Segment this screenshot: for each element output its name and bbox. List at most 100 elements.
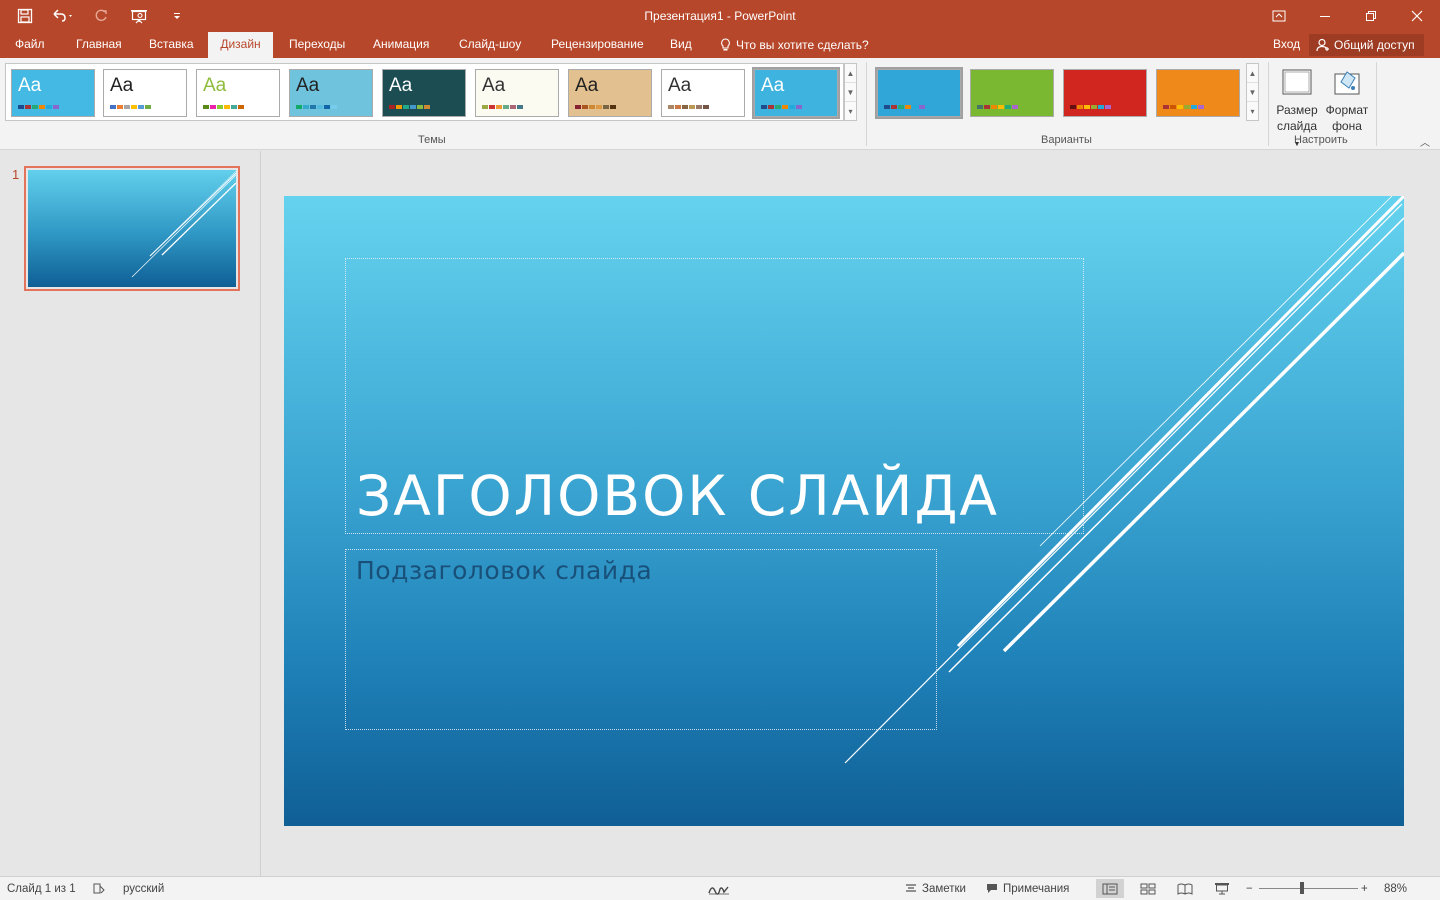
chevron-up-icon: ︿ (1420, 138, 1430, 149)
tab-transitions[interactable]: Переходы (279, 32, 355, 58)
zoom-out-button[interactable]: − (1246, 877, 1253, 900)
gallery-down-button[interactable]: ▼ (845, 83, 856, 102)
theme-thumbnail-theme-wood[interactable]: Aa (568, 69, 652, 117)
theme-sample-text: Aa (575, 75, 599, 96)
theme-thumbnail-theme-ion[interactable]: Aa (475, 69, 559, 117)
thumbnail-lines (131, 170, 236, 278)
tab-slideshow[interactable]: Слайд-шоу (449, 32, 531, 58)
gallery-more-button[interactable]: ▾ (845, 102, 856, 121)
theme-color-swatches (482, 105, 523, 109)
tab-file[interactable]: Файл (5, 32, 55, 58)
view-slideshow-button[interactable] (1208, 879, 1236, 898)
restore-button[interactable] (1348, 0, 1394, 32)
window-controls (1256, 0, 1440, 32)
share-button[interactable]: Общий доступ (1309, 34, 1424, 56)
person-icon (1316, 38, 1329, 52)
slide-editor: ЗАГОЛОВОК СЛАЙДА Подзаголовок слайда (262, 151, 1440, 876)
comments-button[interactable]: Примечания (986, 877, 1069, 900)
close-icon (1411, 10, 1423, 22)
theme-sample-text: Aa (296, 75, 320, 96)
zoom-in-button[interactable]: + (1361, 877, 1368, 900)
book-icon (1177, 883, 1193, 895)
variant-color-swatches (1070, 105, 1111, 109)
theme-thumbnail-theme-facet[interactable]: Aa (11, 69, 95, 117)
zoom-slider-thumb[interactable] (1300, 882, 1304, 894)
ribbon-display-options-button[interactable] (1256, 0, 1302, 32)
slide-canvas[interactable]: ЗАГОЛОВОК СЛАЙДА Подзаголовок слайда (284, 196, 1404, 826)
close-button[interactable] (1394, 0, 1440, 32)
theme-thumbnail-theme-dark-teal[interactable]: Aa (382, 69, 466, 117)
theme-sample-text: Aa (110, 75, 134, 96)
window-title: Презентация1 - PowerPoint (644, 9, 796, 23)
theme-sample-text: Aa (482, 75, 506, 96)
variants-more-button[interactable]: ▾ (1247, 102, 1258, 121)
theme-color-swatches (18, 105, 59, 109)
theme-color-swatches (575, 105, 616, 109)
variant-color-swatches (1163, 105, 1204, 109)
slide-counter[interactable]: Слайд 1 из 1 (7, 877, 76, 900)
themes-gallery-scroll: ▲ ▼ ▾ (844, 63, 857, 121)
slide-size-label-1: Размер (1276, 103, 1318, 117)
lightbulb-icon (721, 38, 730, 51)
tab-design[interactable]: Дизайн (208, 32, 273, 58)
slide-thumbnail[interactable] (24, 166, 240, 291)
signin-link[interactable]: Вход (1273, 32, 1300, 57)
variants-down-button[interactable]: ▼ (1247, 83, 1258, 102)
variants-up-button[interactable]: ▲ (1247, 64, 1258, 83)
gallery-up-button[interactable]: ▲ (845, 64, 856, 83)
slide-title[interactable]: ЗАГОЛОВОК СЛАЙДА (356, 464, 999, 528)
theme-thumbnail-theme-retro[interactable]: Aa (661, 69, 745, 117)
slide-thumbnails-pane: 1 (0, 151, 261, 876)
minimize-icon (1320, 16, 1330, 17)
tab-home[interactable]: Главная (66, 32, 132, 58)
minimize-button[interactable] (1302, 0, 1348, 32)
tab-animations[interactable]: Анимация (363, 32, 439, 58)
tell-me-box[interactable]: Что вы хотите сделать? (720, 32, 869, 58)
ribbon-display-icon (1272, 10, 1286, 22)
theme-sample-text: Aa (389, 75, 413, 96)
tell-me-text: Что вы хотите сделать? (736, 38, 869, 52)
theme-thumbnail-theme-green[interactable]: Aa (196, 69, 280, 117)
subtitle-placeholder[interactable]: Подзаголовок слайда (345, 549, 937, 730)
view-sorter-button[interactable] (1134, 879, 1162, 898)
slide-subtitle[interactable]: Подзаголовок слайда (356, 556, 652, 585)
notes-label: Заметки (922, 882, 966, 895)
tab-view[interactable]: Вид (660, 32, 702, 58)
format-background-button[interactable]: Формат фона (1323, 62, 1371, 134)
signature-icon (708, 886, 729, 895)
ribbon-tabs: Файл Главная Вставка Дизайн Переходы Ани… (0, 32, 1440, 58)
theme-color-swatches (389, 105, 430, 109)
tab-insert[interactable]: Вставка (139, 32, 204, 58)
title-placeholder[interactable]: ЗАГОЛОВОК СЛАЙДА (345, 258, 1084, 534)
zoom-slider-track[interactable] (1259, 888, 1358, 889)
view-reading-button[interactable] (1171, 879, 1199, 898)
accessibility-indicator[interactable] (708, 877, 730, 900)
grid-icon (1140, 883, 1156, 894)
variants-gallery (872, 63, 1245, 121)
variant-thumbnail-variant-orange[interactable] (1156, 69, 1240, 117)
format-bg-label-1: Формат (1325, 103, 1369, 117)
theme-thumbnail-theme-facet-selected[interactable]: Aa (752, 67, 840, 119)
view-normal-button[interactable] (1096, 879, 1124, 898)
slideshow-icon (1215, 883, 1229, 895)
variant-thumbnail-variant-green[interactable] (970, 69, 1054, 117)
group-separator (866, 62, 867, 146)
variant-thumbnail-variant-red[interactable] (1063, 69, 1147, 117)
title-bar: Презентация1 - PowerPoint (0, 0, 1440, 32)
zoom-level[interactable]: 88% (1384, 877, 1407, 900)
notes-button[interactable]: Заметки (905, 877, 966, 900)
format-background-icon (1334, 71, 1360, 95)
theme-color-swatches (761, 105, 802, 109)
theme-sample-text: Aa (668, 75, 692, 96)
theme-thumbnail-theme-office[interactable]: Aa (103, 69, 187, 117)
tab-review[interactable]: Рецензирование (541, 32, 654, 58)
language-indicator[interactable]: русский (123, 877, 164, 900)
variants-gallery-scroll: ▲ ▼ ▾ (1246, 63, 1259, 121)
collapse-ribbon-button[interactable]: ︿ (1420, 134, 1430, 149)
variant-color-swatches (977, 105, 1018, 109)
variant-thumbnail-variant-blue[interactable] (875, 67, 963, 119)
spellcheck-indicator[interactable] (92, 877, 106, 900)
slide-size-label-2: слайда (1276, 119, 1318, 133)
restore-icon (1366, 11, 1376, 21)
theme-thumbnail-theme-pattern[interactable]: Aa (289, 69, 373, 117)
